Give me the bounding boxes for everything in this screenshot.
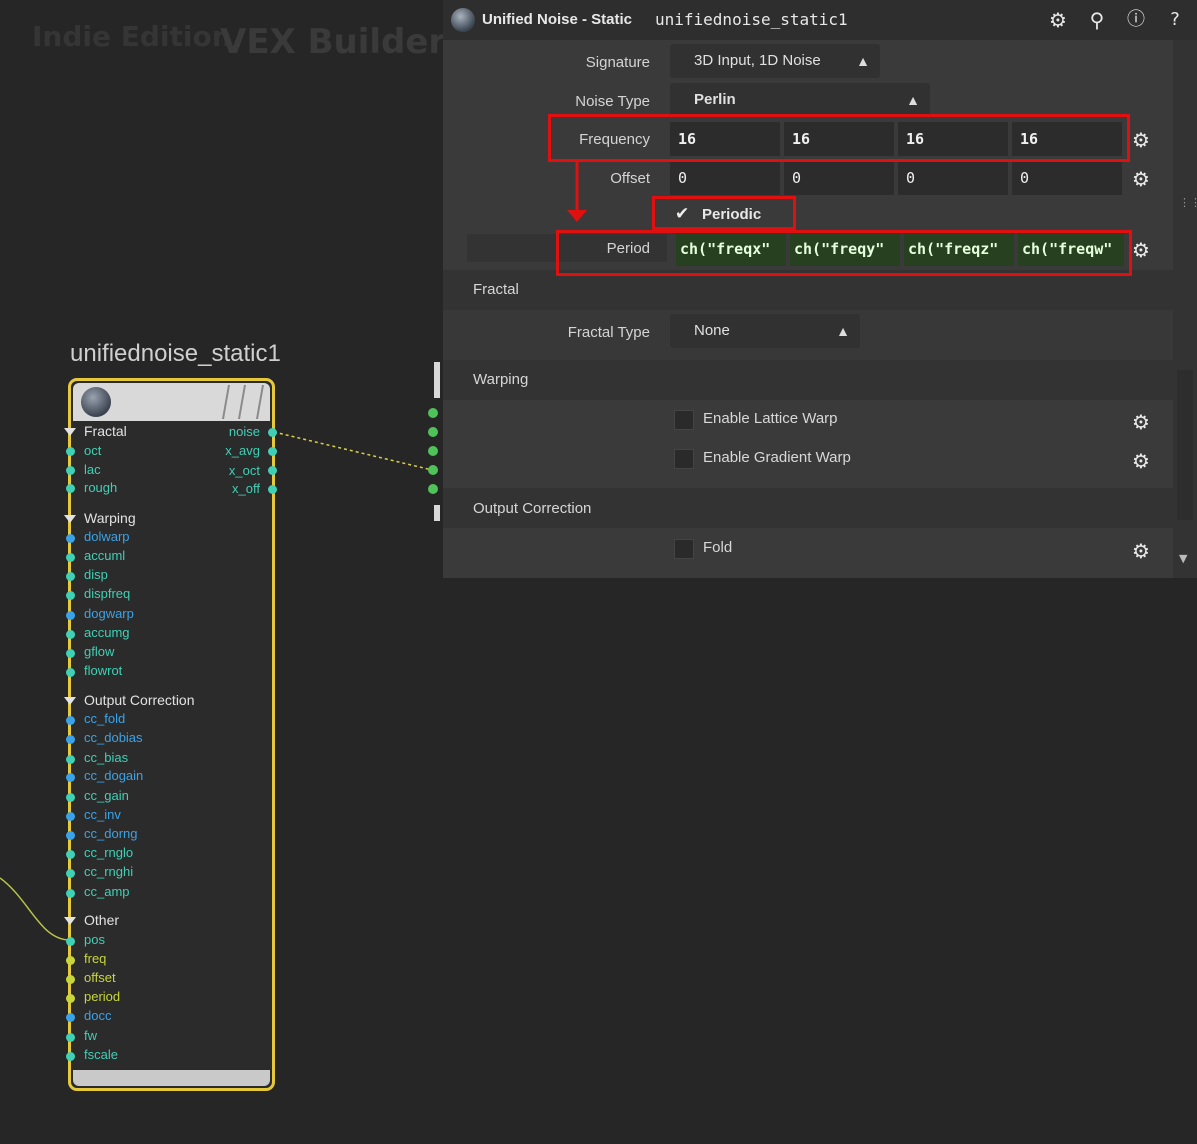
annotation-arrow: [567, 162, 587, 222]
offset-w-field[interactable]: 0: [1012, 161, 1122, 195]
fractal-section-title[interactable]: Fractal: [473, 281, 519, 298]
output-correction-collapse-icon[interactable]: [64, 697, 76, 705]
downstream-node-edge: [434, 362, 440, 398]
fractal-section-bar[interactable]: [443, 270, 1173, 310]
node-title: unifiednoise_static1: [70, 340, 281, 367]
gradient-warp-gear-icon[interactable]: ⚙: [1130, 450, 1152, 472]
in-port-cc-fold[interactable]: cc_fold: [84, 712, 125, 726]
offset-y-field[interactable]: 0: [784, 161, 894, 195]
noise-type-select[interactable]: Perlin ▲: [670, 83, 930, 117]
wire-pos: [0, 877, 71, 941]
grip-icon[interactable]: ⋮⋮: [1179, 197, 1197, 208]
fold-checkbox[interactable]: [674, 539, 694, 559]
in-port-cc-rnghi[interactable]: cc_rnghi: [84, 865, 133, 879]
in-port-dogwarp[interactable]: dogwarp: [84, 607, 134, 621]
parameter-panel: Unified Noise - Static unifiednoise_stat…: [443, 0, 1197, 578]
in-port-disp[interactable]: disp: [84, 568, 108, 582]
periodic-highlight-box: [652, 196, 796, 230]
offset-gear-icon[interactable]: ⚙: [1130, 168, 1152, 190]
noise-sphere-icon: [81, 387, 111, 417]
in-port-offset[interactable]: offset: [84, 971, 116, 985]
scroll-thumb[interactable]: [1177, 370, 1193, 520]
frequency-highlight-box: [548, 114, 1130, 162]
help-icon[interactable]: ?: [1162, 7, 1188, 33]
lattice-warp-checkbox[interactable]: [674, 410, 694, 430]
in-port-fw[interactable]: fw: [84, 1029, 97, 1043]
in-port-cc-amp[interactable]: cc_amp: [84, 885, 130, 899]
in-port-cc-rnglo[interactable]: cc_rnglo: [84, 846, 133, 860]
wire-noise: [273, 431, 433, 471]
out-port-x-oct[interactable]: x_oct: [200, 464, 260, 478]
fractal-type-select[interactable]: None ▲: [670, 314, 860, 348]
gradient-warp-checkbox[interactable]: [674, 449, 694, 469]
fractal-type-value: None: [694, 322, 730, 339]
offset-x-field[interactable]: 0: [670, 161, 780, 195]
out-port-x-avg[interactable]: x_avg: [200, 444, 260, 458]
info-icon[interactable]: ⓘ: [1123, 7, 1149, 33]
signature-label: Signature: [585, 54, 650, 71]
other-collapse-icon[interactable]: [64, 917, 76, 925]
fold-gear-icon[interactable]: ⚙: [1130, 540, 1152, 562]
in-port-accuml[interactable]: accuml: [84, 549, 125, 563]
in-port-rough[interactable]: rough: [84, 481, 117, 495]
offset-label: Offset: [610, 170, 650, 187]
downstream-node-ports: [428, 408, 438, 494]
in-port-dolwarp[interactable]: dolwarp: [84, 530, 130, 544]
noise-type-value: Perlin: [694, 91, 736, 108]
in-port-gflow[interactable]: gflow: [84, 645, 114, 659]
in-port-docc[interactable]: docc: [84, 1009, 111, 1023]
node-name-field[interactable]: unifiednoise_static1: [655, 10, 848, 29]
group-fractal[interactable]: Fractal: [84, 423, 127, 439]
scroll-down-icon[interactable]: ▼: [1179, 552, 1187, 565]
panel-titlebar: Unified Noise - Static unifiednoise_stat…: [443, 0, 1197, 40]
node-footer[interactable]: [73, 1070, 270, 1086]
updown-arrow-icon: ▲: [856, 53, 870, 69]
frequency-gear-icon[interactable]: ⚙: [1130, 129, 1152, 151]
lattice-warp-label[interactable]: Enable Lattice Warp: [703, 410, 838, 427]
period-gear-icon[interactable]: ⚙: [1130, 239, 1152, 261]
lattice-warp-gear-icon[interactable]: ⚙: [1130, 411, 1152, 433]
warping-section-title[interactable]: Warping: [473, 371, 528, 388]
signature-value: 3D Input, 1D Noise: [694, 52, 821, 69]
fractal-collapse-icon[interactable]: [64, 428, 76, 436]
updown-arrow-icon: ▲: [836, 323, 850, 339]
in-port-flowrot[interactable]: flowrot: [84, 664, 122, 678]
in-port-period[interactable]: period: [84, 990, 120, 1004]
in-port-cc-bias[interactable]: cc_bias: [84, 751, 128, 765]
in-port-lac[interactable]: lac: [84, 463, 101, 477]
in-port-cc-gain[interactable]: cc_gain: [84, 789, 129, 803]
out-port-x-off[interactable]: x_off: [200, 482, 260, 496]
fold-label[interactable]: Fold: [703, 539, 732, 556]
output-correction-section-title[interactable]: Output Correction: [473, 500, 591, 517]
updown-arrow-icon: ▲: [906, 92, 920, 108]
in-port-cc-dorng[interactable]: cc_dorng: [84, 827, 137, 841]
in-port-cc-dobias[interactable]: cc_dobias: [84, 731, 143, 745]
in-port-dispfreq[interactable]: dispfreq: [84, 587, 130, 601]
group-output-correction[interactable]: Output Correction: [84, 692, 195, 708]
period-highlight-box: [556, 230, 1132, 276]
in-port-cc-inv[interactable]: cc_inv: [84, 808, 121, 822]
offset-z-field[interactable]: 0: [898, 161, 1008, 195]
in-port-accumg[interactable]: accumg: [84, 626, 130, 640]
in-port-pos[interactable]: pos: [84, 933, 105, 947]
group-other[interactable]: Other: [84, 912, 119, 928]
signature-select[interactable]: 3D Input, 1D Noise ▲: [670, 44, 880, 78]
panel-scrollbar[interactable]: ⋮⋮ ▼: [1173, 40, 1197, 578]
fractal-type-label: Fractal Type: [567, 324, 650, 341]
noise-type-label: Noise Type: [575, 93, 650, 110]
gear-icon[interactable]: ⚙: [1045, 7, 1071, 33]
warping-section-bar[interactable]: [443, 360, 1173, 400]
out-port-noise[interactable]: noise: [200, 425, 260, 439]
in-port-cc-dogain[interactable]: cc_dogain: [84, 769, 143, 783]
search-icon[interactable]: ⚲: [1084, 7, 1110, 33]
node-type-label: Unified Noise - Static: [482, 11, 633, 28]
gradient-warp-label[interactable]: Enable Gradient Warp: [703, 449, 851, 466]
in-port-freq[interactable]: freq: [84, 952, 106, 966]
warping-collapse-icon[interactable]: [64, 515, 76, 523]
in-port-fscale[interactable]: fscale: [84, 1048, 118, 1062]
in-port-oct[interactable]: oct: [84, 444, 101, 458]
node-type-icon[interactable]: [451, 8, 475, 32]
node-header[interactable]: [73, 383, 270, 421]
group-warping[interactable]: Warping: [84, 510, 136, 526]
